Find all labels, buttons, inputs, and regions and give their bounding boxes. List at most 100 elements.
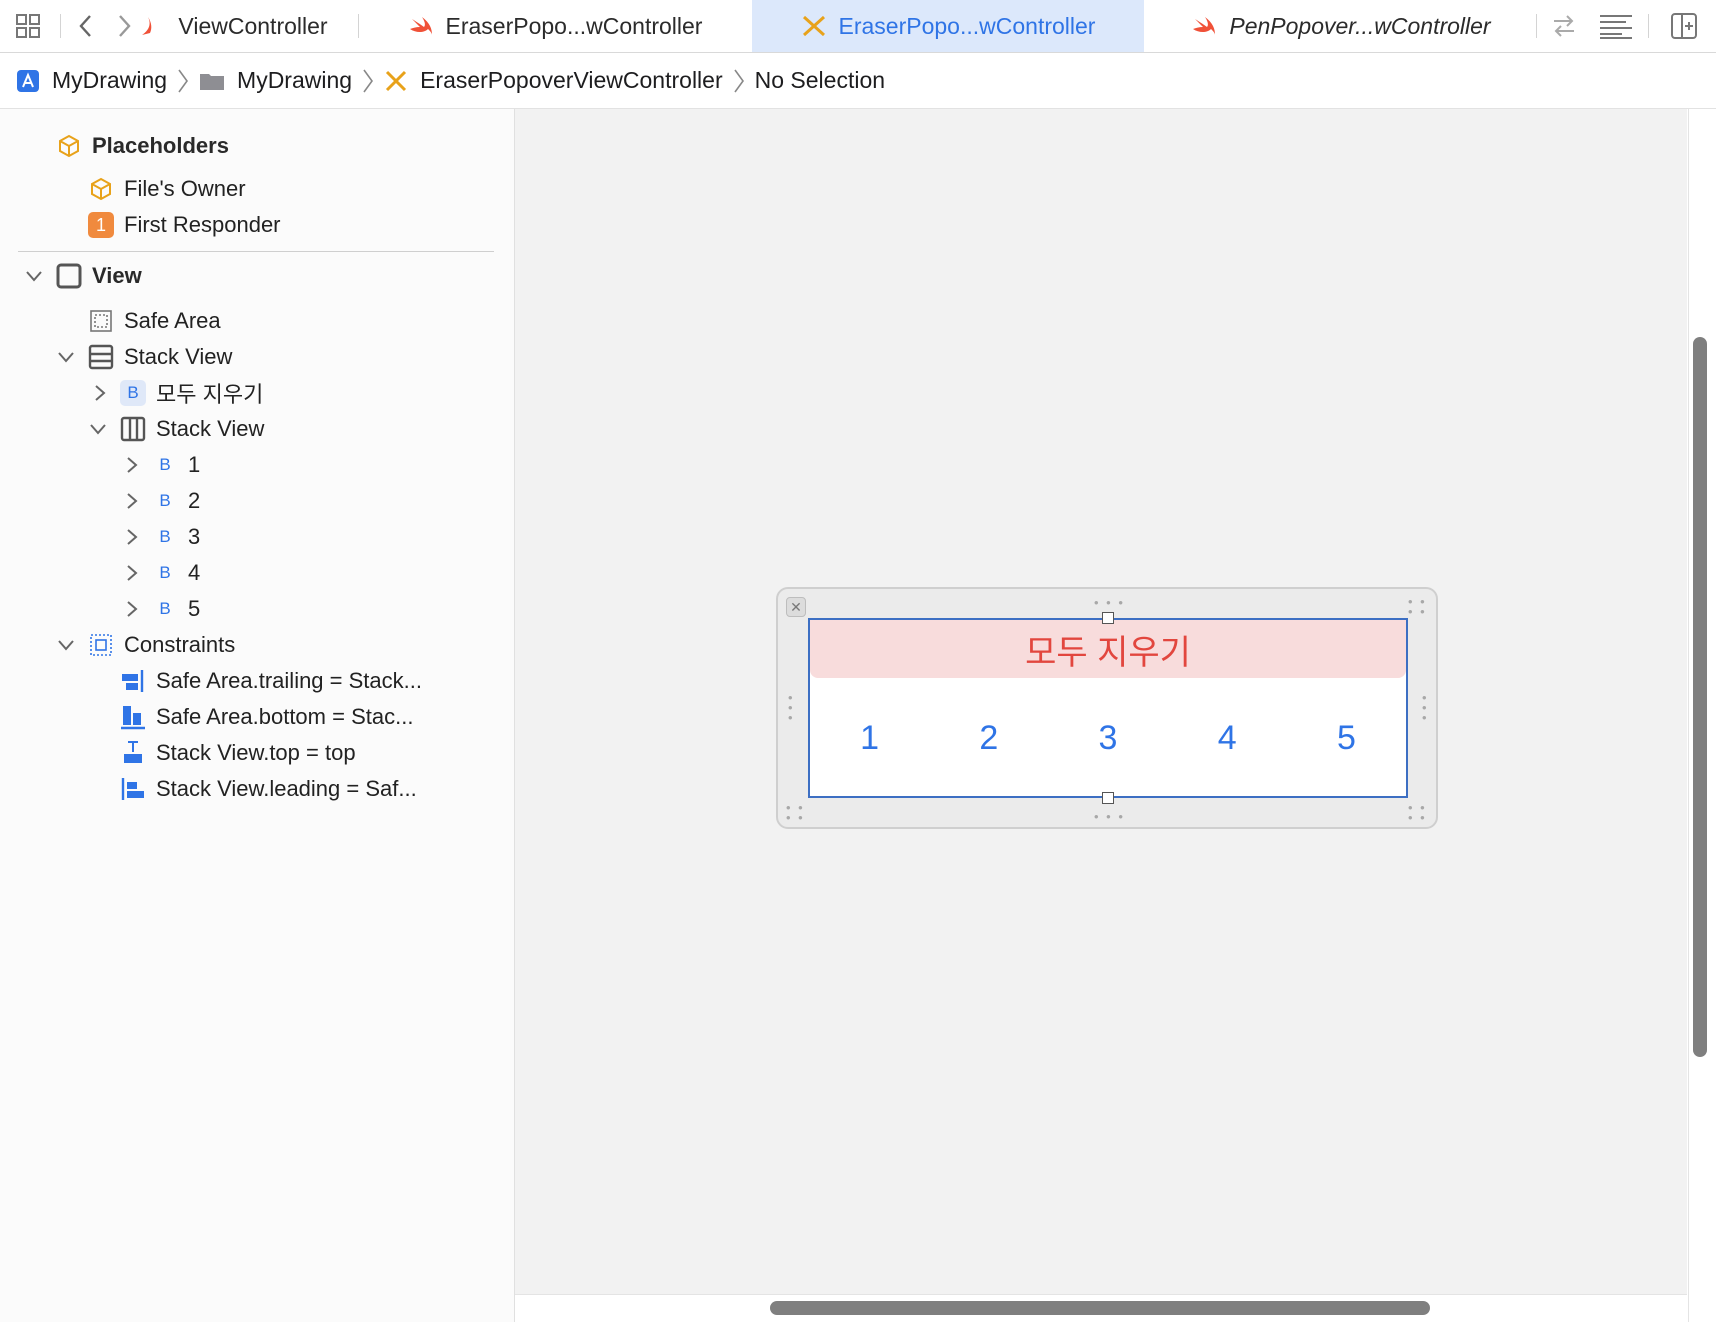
document-outline: Placeholders File's Owner 1 First Respon… <box>0 109 515 1322</box>
outline-button-5[interactable]: B 5 <box>122 592 200 626</box>
number-button-4[interactable]: 4 <box>1168 719 1287 758</box>
outline-files-owner-label: File's Owner <box>124 176 246 201</box>
number-button-2[interactable]: 2 <box>929 719 1048 758</box>
outline-divider <box>18 251 494 252</box>
tab-label: EraserPopo...wController <box>445 12 703 39</box>
breadcrumb-file[interactable]: EraserPopoverViewController <box>384 67 723 94</box>
back-chevron-icon[interactable] <box>68 8 104 44</box>
safe-area-icon <box>88 308 114 334</box>
outline-placeholders[interactable]: Placeholders <box>56 129 229 163</box>
adjust-editor-options-icon[interactable] <box>1598 8 1634 44</box>
outline-first-responder[interactable]: 1 First Responder <box>88 208 281 242</box>
interface-builder-icon <box>384 69 408 93</box>
outline-erase-all-label: 모두 지우기 <box>156 382 264 407</box>
button-icon: B <box>152 560 178 586</box>
tab-pen-popover-swift[interactable]: PenPopover...wController <box>1146 0 1536 52</box>
resize-dots-right[interactable]: • • • <box>1422 691 1429 724</box>
outline-constraint-1[interactable]: Safe Area.trailing = Stack... <box>120 664 422 698</box>
breadcrumb-project-label: MyDrawing <box>52 67 168 93</box>
outline-button-3[interactable]: B 3 <box>122 520 200 554</box>
chevron-right-icon <box>733 68 745 94</box>
number-button-3[interactable]: 3 <box>1048 719 1167 758</box>
outline-stack-view-inner[interactable]: Stack View <box>88 412 264 446</box>
placeholder-cube-icon <box>88 176 114 202</box>
button-badge: B <box>159 527 171 546</box>
interface-builder-icon <box>801 14 827 38</box>
erase-all-button[interactable]: 모두 지우기 <box>810 620 1406 678</box>
view-icon <box>56 263 82 289</box>
stack-view-content[interactable]: 모두 지우기 1 2 3 4 5 <box>808 618 1408 798</box>
resize-handle-top[interactable] <box>1102 612 1114 624</box>
outline-erase-all-button[interactable]: B 모두 지우기 <box>90 376 263 410</box>
horizontal-scroll-thumb[interactable] <box>770 1301 1430 1315</box>
resize-handle-bottom[interactable] <box>1102 792 1114 804</box>
xcode-project-icon <box>16 69 40 93</box>
breadcrumb-selection-label: No Selection <box>754 67 886 93</box>
outline-placeholders-label: Placeholders <box>92 133 229 158</box>
vertical-stack-view-icon <box>88 344 114 370</box>
swift-file-icon <box>140 15 154 37</box>
related-items-grid-icon[interactable] <box>10 8 46 44</box>
disclosure-expanded-icon[interactable] <box>24 266 44 286</box>
tab-view-controller[interactable]: ViewController <box>142 0 358 52</box>
breadcrumb-project[interactable]: MyDrawing <box>16 67 167 94</box>
outline-button-4[interactable]: B 4 <box>122 556 200 590</box>
first-responder-badge: 1 <box>95 214 106 235</box>
resize-dots-top-right[interactable]: • • • • <box>1408 595 1427 618</box>
first-responder-icon: 1 <box>88 212 114 238</box>
forward-chevron-icon[interactable] <box>106 8 142 44</box>
number-button-5[interactable]: 5 <box>1287 719 1406 758</box>
vertical-scroll-thumb[interactable] <box>1693 337 1707 1057</box>
tab-label: EraserPopo...wController <box>838 12 1096 39</box>
constraint-label: Safe Area.trailing = Stack... <box>156 668 422 693</box>
outline-constraint-4[interactable]: Stack View.leading = Saf... <box>120 772 417 806</box>
resize-dots-bottom-right[interactable]: • • • • <box>1408 801 1427 824</box>
close-scene-icon[interactable]: ✕ <box>786 597 806 617</box>
breadcrumb-folder[interactable]: MyDrawing <box>199 67 352 94</box>
outline-stack-view-outer[interactable]: Stack View <box>56 340 232 374</box>
button-icon: B <box>152 488 178 514</box>
resize-dots-left[interactable]: • • • <box>788 691 795 724</box>
outline-view[interactable]: View <box>24 259 142 293</box>
button-icon: B <box>120 380 146 406</box>
jump-bar: MyDrawing MyDrawing EraserPopoverViewCon… <box>0 53 1716 109</box>
button-icon: B <box>152 452 178 478</box>
top-constraint-icon <box>120 740 146 766</box>
chevron-right-icon <box>177 68 189 94</box>
outline-safe-area[interactable]: Safe Area <box>88 304 221 338</box>
outline-button-1[interactable]: B 1 <box>122 448 200 482</box>
disclosure-collapsed-icon[interactable] <box>122 455 142 475</box>
number-button-1[interactable]: 1 <box>810 719 929 758</box>
disclosure-expanded-icon[interactable] <box>56 347 76 367</box>
breadcrumb-selection[interactable]: No Selection <box>755 67 885 94</box>
add-editor-icon[interactable] <box>1666 8 1702 44</box>
disclosure-collapsed-icon[interactable] <box>122 491 142 511</box>
disclosure-collapsed-icon[interactable] <box>122 599 142 619</box>
outline-stack-view-inner-label: Stack View <box>156 416 265 441</box>
tab-label: PenPopover...wController <box>1229 12 1491 39</box>
disclosure-collapsed-icon[interactable] <box>90 383 110 403</box>
constraint-label: Stack View.top = top <box>156 740 356 765</box>
button-icon: B <box>152 596 178 622</box>
outline-stack-view-outer-label: Stack View <box>124 344 233 369</box>
outline-constraints[interactable]: Constraints <box>56 628 235 662</box>
resize-dots-bottom[interactable]: • • • <box>1094 810 1125 823</box>
tab-eraser-popover-xib[interactable]: EraserPopo...wController <box>752 0 1144 52</box>
outline-constraint-2[interactable]: Safe Area.bottom = Stac... <box>120 700 413 734</box>
outline-button-2[interactable]: B 2 <box>122 484 200 518</box>
disclosure-expanded-icon[interactable] <box>56 635 76 655</box>
disclosure-collapsed-icon[interactable] <box>122 563 142 583</box>
resize-dots-bottom-left[interactable]: • • • • <box>786 801 805 824</box>
button-badge: B <box>159 455 171 474</box>
outline-constraints-label: Constraints <box>124 632 236 657</box>
resize-dots-top[interactable]: • • • <box>1094 596 1125 609</box>
outline-files-owner[interactable]: File's Owner <box>88 172 246 206</box>
disclosure-expanded-icon[interactable] <box>88 419 108 439</box>
disclosure-collapsed-icon[interactable] <box>122 527 142 547</box>
outline-button-label: 5 <box>188 596 201 621</box>
outline-constraint-3[interactable]: Stack View.top = top <box>120 736 356 770</box>
swap-arrows-icon[interactable] <box>1546 8 1582 44</box>
tab-eraser-popover-swift[interactable]: EraserPopo...wController <box>360 0 750 52</box>
swift-file-icon <box>1191 15 1217 37</box>
outline-button-label: 4 <box>188 560 201 585</box>
